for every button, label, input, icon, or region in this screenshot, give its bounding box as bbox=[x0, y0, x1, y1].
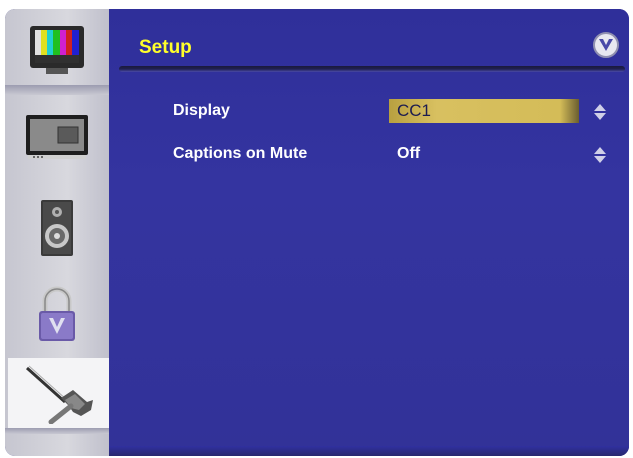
tv-color-bars-icon bbox=[30, 26, 84, 74]
sidebar-item-setup[interactable] bbox=[8, 358, 109, 428]
sidebar-divider bbox=[5, 428, 109, 434]
setting-row-captions-on-mute[interactable]: Captions on Mute Off bbox=[109, 142, 629, 168]
sidebar-item-picture[interactable] bbox=[13, 17, 101, 85]
padlock-icon bbox=[39, 286, 75, 341]
sidebar-divider bbox=[5, 85, 109, 95]
setting-row-display[interactable]: Display CC1 bbox=[109, 99, 629, 125]
setting-label: Captions on Mute bbox=[173, 145, 308, 162]
sidebar-item-advanced-video[interactable] bbox=[13, 103, 101, 171]
setup-panel: Setup Display CC1 Captions on Mute Off bbox=[109, 9, 629, 456]
bottom-strip bbox=[109, 446, 629, 456]
wrench-icon bbox=[25, 365, 93, 424]
speaker-icon bbox=[41, 200, 73, 256]
setting-value-selected[interactable]: CC1 bbox=[389, 99, 579, 123]
up-down-arrow-icon[interactable] bbox=[593, 103, 607, 121]
sidebar-item-audio[interactable] bbox=[13, 194, 101, 262]
vizio-logo-icon bbox=[593, 32, 619, 58]
page-title: Setup bbox=[139, 37, 192, 58]
monitor-pip-icon bbox=[26, 115, 88, 159]
title-divider bbox=[119, 66, 625, 72]
up-down-arrow-icon[interactable] bbox=[593, 146, 607, 164]
setting-value[interactable]: Off bbox=[397, 145, 420, 163]
osd-window: Setup Display CC1 Captions on Mute Off bbox=[5, 9, 629, 456]
sidebar bbox=[5, 9, 109, 456]
title-bar: Setup bbox=[109, 9, 629, 72]
setting-label: Display bbox=[173, 102, 230, 119]
sidebar-item-parental[interactable] bbox=[13, 281, 101, 349]
